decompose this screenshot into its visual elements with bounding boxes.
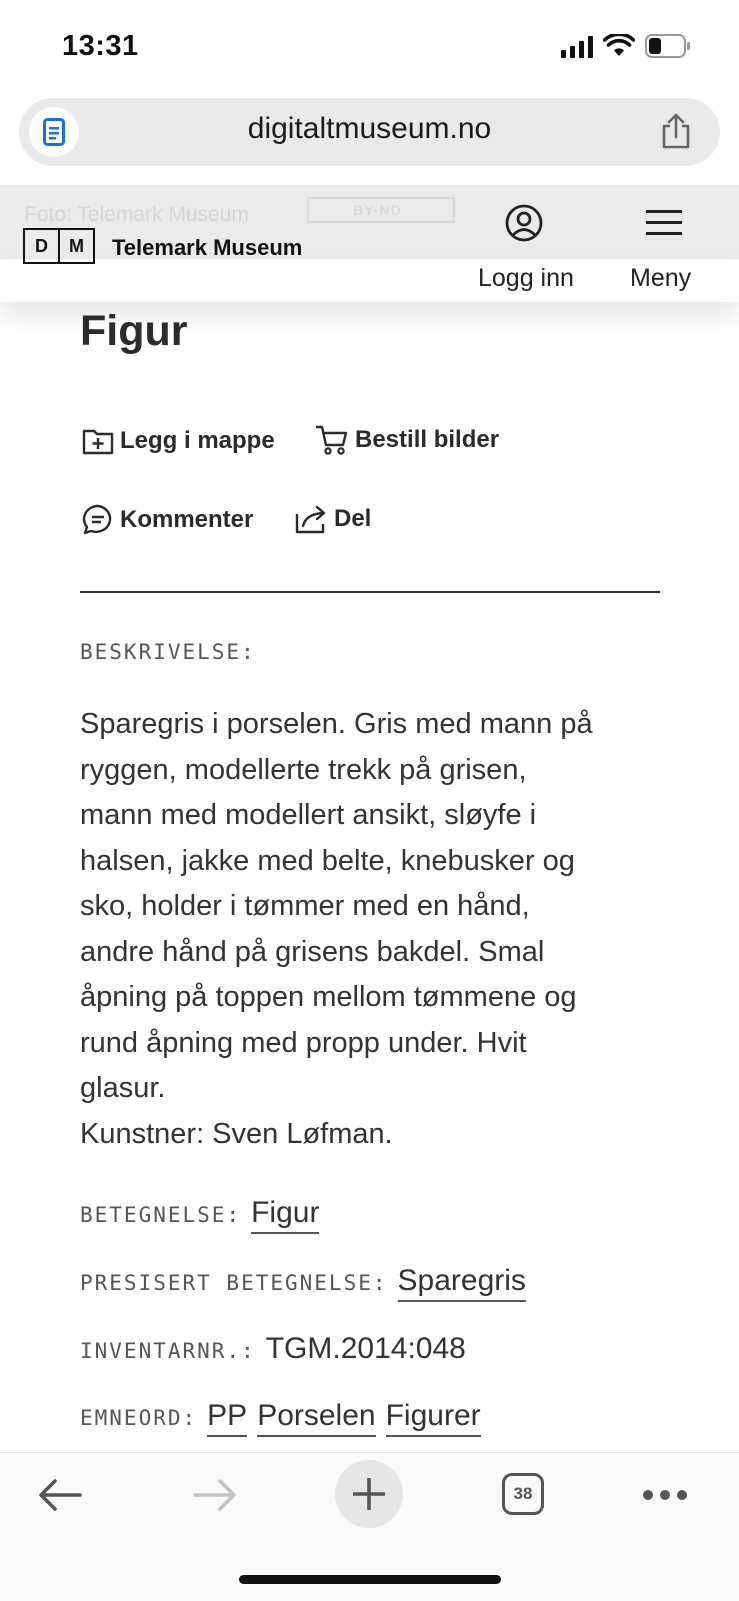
page-title: Figur <box>80 307 188 355</box>
presisert-betegnelse-label: PRESISERT BETEGNELSE: <box>80 1271 388 1295</box>
hamburger-menu-icon[interactable] <box>646 209 682 237</box>
presisert-betegnelse-link[interactable]: Sparegris <box>397 1264 526 1302</box>
comment-bubble-icon <box>82 504 112 535</box>
field-inventarnr: INVENTARNR.: TGM.2014:048 <box>80 1332 466 1366</box>
wifi-icon <box>603 34 635 56</box>
emneord-label: EMNEORD: <box>80 1406 198 1430</box>
share-icon[interactable] <box>660 113 692 149</box>
inventarnr-label: INVENTARNR.: <box>80 1339 256 1363</box>
emneord-link[interactable]: Figurer <box>385 1399 481 1437</box>
emneord-link[interactable]: Porselen <box>257 1399 376 1437</box>
status-time: 13:31 <box>62 30 139 62</box>
comment-label: Kommenter <box>120 506 254 533</box>
logo-letter-m: M <box>69 236 84 256</box>
description-line: rund åpning med propp under. Hvit <box>80 1026 527 1059</box>
description-line: mann med modellert ansikt, sløyfe i <box>80 799 537 831</box>
inventarnr-value: TGM.2014:048 <box>265 1332 466 1365</box>
add-to-folder-label: Legg i mappe <box>120 427 275 454</box>
description-line: Kunstner: Sven Løfman. <box>80 1117 393 1150</box>
order-images-label: Bestill bilder <box>355 426 500 453</box>
betegnelse-link[interactable]: Figur <box>251 1196 320 1234</box>
more-options-icon[interactable] <box>642 1488 688 1502</box>
url-text[interactable]: digitaltmuseum.no <box>0 112 739 146</box>
logo-letter-d: D <box>25 230 60 262</box>
field-betegnelse: BETEGNELSE: Figur <box>80 1196 329 1234</box>
description-line: Sparegris i porselen. Gris med mann på <box>80 708 593 740</box>
share-page-button[interactable]: Del <box>294 504 371 534</box>
back-arrow-icon[interactable] <box>38 1478 82 1512</box>
shopping-cart-icon <box>316 425 348 455</box>
betegnelse-label: BETEGNELSE: <box>80 1203 242 1227</box>
description-line: åpning på toppen mellom tømmene og <box>80 981 577 1013</box>
battery-icon <box>645 34 690 58</box>
description-line: halsen, jakke med belte, knebusker og <box>80 844 575 877</box>
home-indicator <box>239 1575 501 1584</box>
field-emneord: EMNEORD: PP Porselen Figurer <box>80 1399 491 1437</box>
description-label: BESKRIVELSE: <box>80 640 256 664</box>
login-button[interactable]: Logg inn <box>478 264 574 293</box>
add-to-folder-button[interactable]: Legg i mappe <box>82 427 275 455</box>
forward-arrow-icon[interactable] <box>193 1478 237 1512</box>
site-header-label-row <box>0 259 739 302</box>
description-line: glasur. <box>80 1072 166 1104</box>
share-arrow-icon <box>295 505 326 534</box>
digitaltmuseum-logo[interactable]: D M <box>23 228 95 264</box>
plus-icon <box>353 1478 385 1510</box>
new-tab-button[interactable] <box>335 1460 403 1528</box>
description-line: andre hånd på grisens bakdel. Smal <box>80 935 545 968</box>
description-text: Sparegris i porselen. Gris med mann på r… <box>80 702 670 1157</box>
museum-name[interactable]: Telemark Museum <box>112 235 302 261</box>
tab-switcher-button[interactable]: 38 <box>502 1473 544 1515</box>
photo-credit-overlay: Foto: Telemark Museum <box>24 203 249 226</box>
description-line: sko, holder i tømmer med en hånd, <box>80 890 530 922</box>
user-account-icon[interactable] <box>505 204 543 242</box>
cellular-signal-icon <box>561 36 593 58</box>
field-presisert-betegnelse: PRESISERT BETEGNELSE: Sparegris <box>80 1264 536 1302</box>
description-line: ryggen, modellerte trekk på grisen, <box>80 753 527 786</box>
emneord-link[interactable]: PP <box>207 1399 248 1437</box>
share-label: Del <box>334 505 372 532</box>
folder-plus-icon <box>82 429 114 455</box>
section-divider <box>80 591 660 593</box>
license-badge-overlay: BY-ND <box>307 197 455 223</box>
menu-button[interactable]: Meny <box>630 264 691 293</box>
license-badge-text: BY-ND <box>353 202 402 218</box>
comment-button[interactable]: Kommenter <box>82 504 253 536</box>
order-images-button[interactable]: Bestill bilder <box>315 424 499 456</box>
